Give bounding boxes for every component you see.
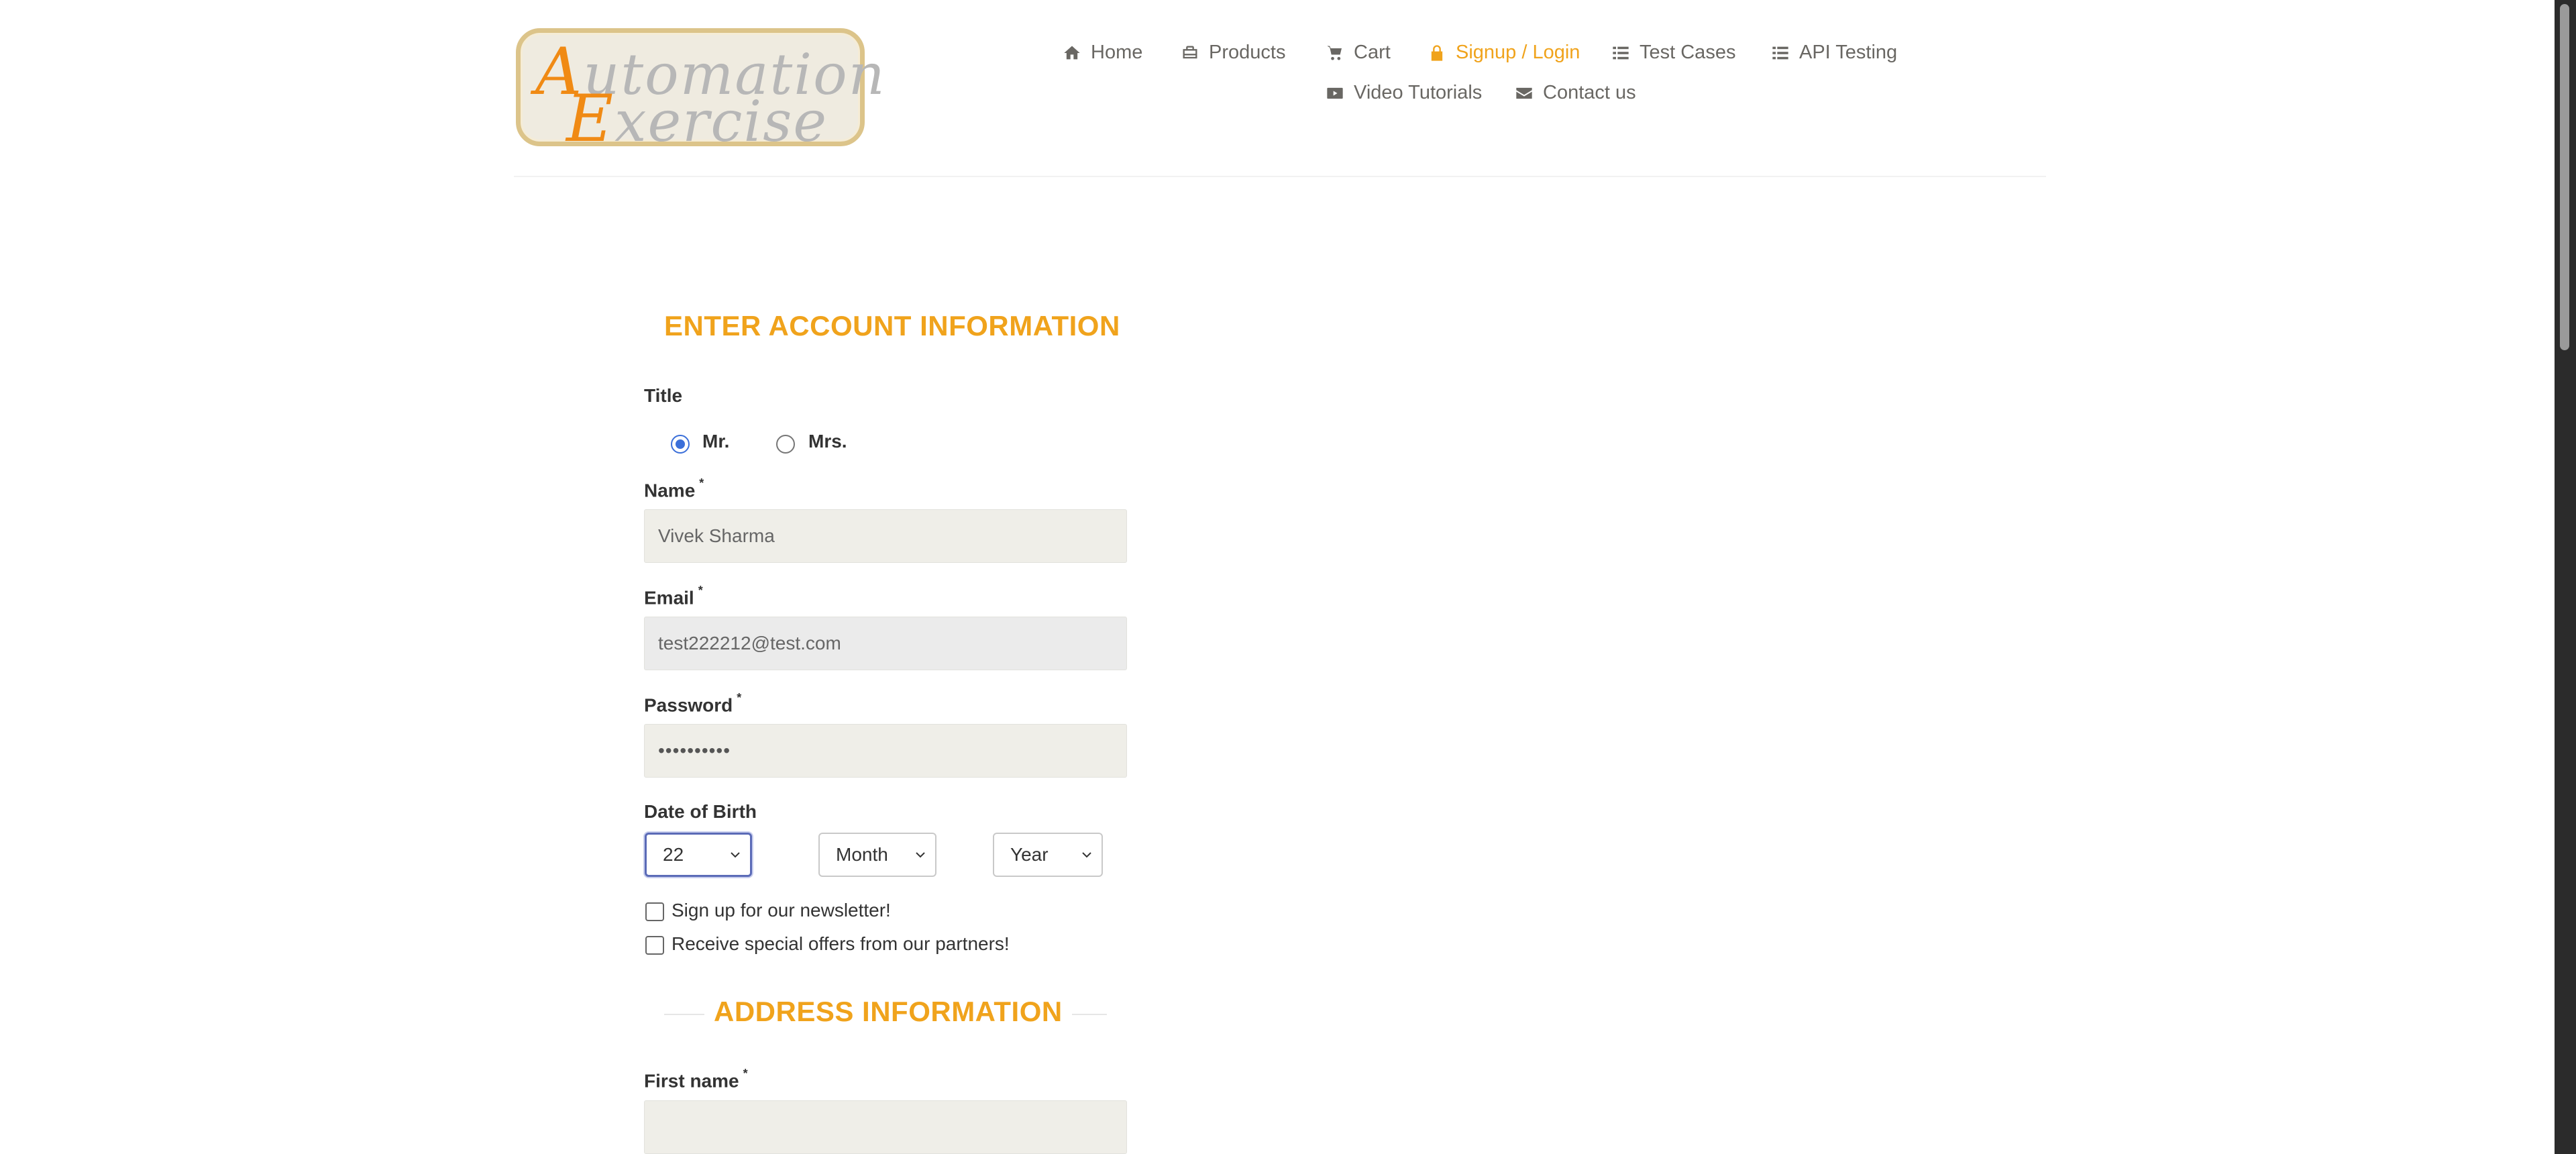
envelope-icon xyxy=(1516,87,1532,99)
email-label: Email * xyxy=(644,584,703,609)
scrollbar-thumb[interactable] xyxy=(2560,4,2569,350)
required-marker: * xyxy=(698,584,703,597)
list-icon xyxy=(1772,46,1788,59)
required-marker: * xyxy=(699,476,704,490)
email-label-text: Email xyxy=(644,587,694,609)
nav-video-tutorials[interactable]: Video Tutorials xyxy=(1326,82,1482,104)
email-input-value: test222212@test.com xyxy=(658,633,841,653)
password-input[interactable]: •••••••••• xyxy=(644,724,1127,778)
chevron-down-icon xyxy=(916,852,925,858)
password-label: Password * xyxy=(644,691,742,716)
dob-label: Date of Birth xyxy=(644,801,757,822)
password-input-value: •••••••••• xyxy=(658,740,731,761)
list-icon xyxy=(1613,46,1629,59)
chevron-down-icon xyxy=(731,852,740,858)
nav-products[interactable]: Products xyxy=(1181,42,1285,64)
dob-year-value: Year xyxy=(1010,844,1049,865)
dob-month-select[interactable]: Month xyxy=(818,833,936,877)
nav-contact-label: Contact us xyxy=(1543,82,1636,103)
password-label-text: Password xyxy=(644,694,733,716)
title-mrs-radio[interactable] xyxy=(776,435,795,454)
address-info-title: ADDRESS INFORMATION xyxy=(704,996,1072,1028)
required-marker: * xyxy=(737,691,742,704)
nav-test-cases-label: Test Cases xyxy=(1640,42,1736,63)
account-info-title: ENTER ACCOUNT INFORMATION xyxy=(656,310,1128,342)
logo-text-2: xercise xyxy=(614,89,828,154)
nav-cart-label: Cart xyxy=(1354,42,1391,63)
name-input[interactable]: Vivek Sharma xyxy=(644,509,1127,563)
header-divider xyxy=(514,176,2046,177)
nav-home[interactable]: Home xyxy=(1063,42,1142,64)
site-logo[interactable]: Automation Exercise xyxy=(516,28,885,156)
name-label-text: Name xyxy=(644,480,696,501)
home-icon xyxy=(1064,46,1080,59)
first-name-input[interactable] xyxy=(644,1100,1127,1154)
title-mr-label: Mr. xyxy=(702,431,730,452)
required-marker: * xyxy=(743,1067,748,1080)
newsletter-checkbox[interactable] xyxy=(645,902,664,921)
nav-test-cases[interactable]: Test Cases xyxy=(1611,42,1735,64)
nav-signup-login[interactable]: Signup / Login xyxy=(1428,42,1580,64)
cart-icon xyxy=(1327,46,1342,60)
logo-cap-e: E xyxy=(566,81,615,156)
nav-video-tutorials-label: Video Tutorials xyxy=(1354,82,1483,103)
dob-month-value: Month xyxy=(836,844,888,865)
nav-cart[interactable]: Cart xyxy=(1326,42,1391,64)
dob-year-select[interactable]: Year xyxy=(993,833,1103,877)
briefcase-icon xyxy=(1183,46,1197,58)
dob-day-select[interactable]: 22 xyxy=(645,833,752,877)
title-label: Title xyxy=(644,385,683,406)
name-label: Name * xyxy=(644,476,704,501)
title-mr-radio[interactable] xyxy=(671,435,690,454)
nav-products-label: Products xyxy=(1209,42,1286,63)
first-name-label-text: First name xyxy=(644,1070,739,1092)
nav-api-testing[interactable]: API Testing xyxy=(1771,42,1897,64)
email-input[interactable]: test222212@test.com xyxy=(644,617,1127,670)
offers-checkbox[interactable] xyxy=(645,936,664,955)
youtube-icon xyxy=(1327,87,1343,99)
dob-day-value: 22 xyxy=(663,844,684,865)
chevron-down-icon xyxy=(1082,852,1091,858)
logo-line-2: Exercise xyxy=(566,81,828,156)
offers-label: Receive special offers from our partners… xyxy=(672,933,1010,954)
lock-icon xyxy=(1431,44,1443,61)
newsletter-label: Sign up for our newsletter! xyxy=(672,900,891,921)
nav-home-label: Home xyxy=(1091,42,1143,63)
name-input-value: Vivek Sharma xyxy=(658,525,775,546)
nav-contact-us[interactable]: Contact us xyxy=(1515,82,1636,104)
nav-api-testing-label: API Testing xyxy=(1799,42,1898,63)
nav-signup-label: Signup / Login xyxy=(1456,42,1580,63)
title-mrs-label: Mrs. xyxy=(808,431,847,452)
first-name-label: First name * xyxy=(644,1067,748,1092)
